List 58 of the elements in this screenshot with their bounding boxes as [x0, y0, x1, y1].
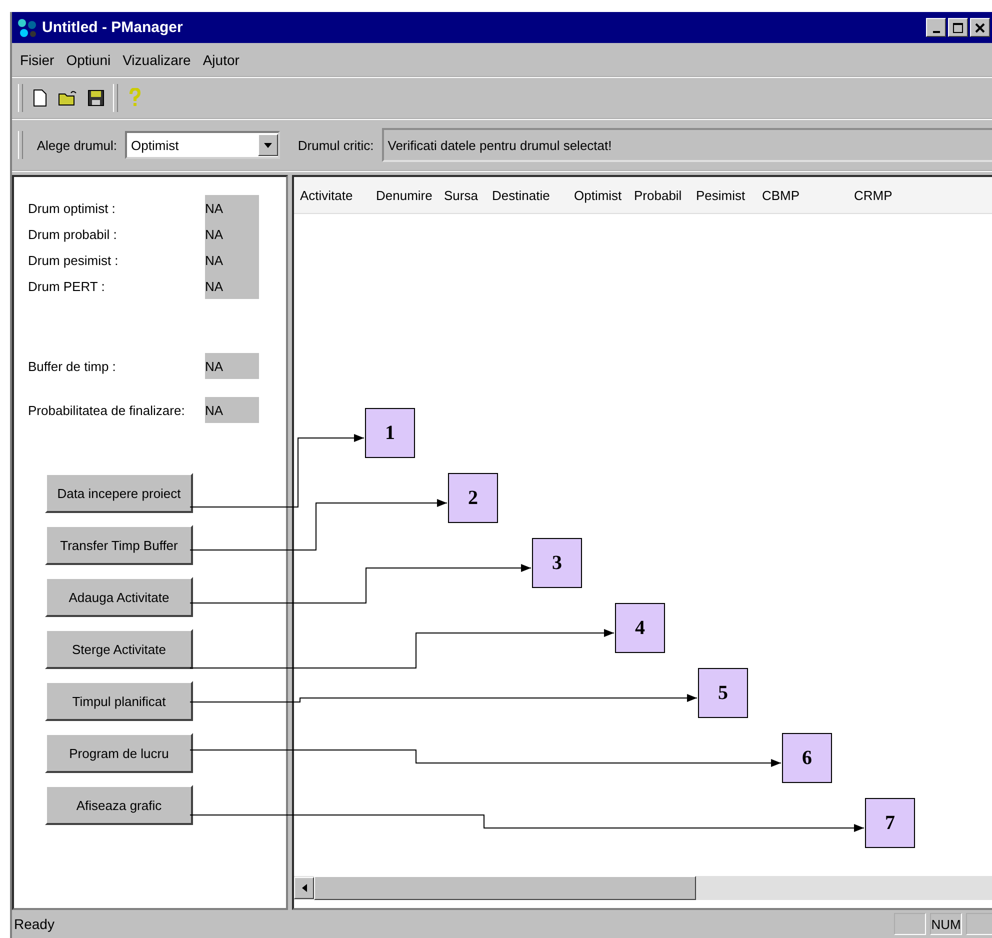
column-header[interactable]: Destinatie [486, 188, 568, 202]
callout-label: 3 [532, 538, 582, 588]
close-button[interactable] [970, 18, 990, 37]
window-title: Untitled - PManager [42, 19, 183, 36]
action-button[interactable]: Data incepere proiect [45, 473, 193, 513]
column-header[interactable]: Denumire [370, 188, 438, 202]
status-panel [966, 913, 992, 935]
action-button[interactable]: Adauga Activitate [45, 577, 193, 617]
summary-label: Drum pesimist : [28, 252, 120, 268]
menu-item[interactable]: Vizualizare [122, 52, 191, 68]
menu-item[interactable]: Optiuni [66, 52, 111, 68]
menu-item[interactable]: Fisier [20, 52, 54, 68]
status-text: Ready [14, 916, 54, 932]
callout-label: 2 [448, 473, 498, 523]
summary-value: NA [205, 221, 259, 247]
minimize-button[interactable] [926, 18, 946, 37]
critical-path-field: Verificati datele pentru drumul selectat! [382, 128, 992, 162]
callout-label: 5 [698, 668, 748, 718]
summary-label: Buffer de timp : [28, 358, 117, 374]
menu-item[interactable]: Ajutor [202, 52, 240, 68]
callout-label: 6 [782, 733, 832, 783]
maximize-button[interactable] [948, 18, 968, 37]
critical-path-label: Drumul critic: [298, 138, 374, 152]
minimize-icon [932, 30, 940, 32]
horizontal-scrollbar[interactable] [294, 876, 992, 900]
callout-label: 1 [365, 408, 415, 458]
summary-label: Drum PERT : [28, 278, 106, 294]
action-button[interactable]: Transfer Timp Buffer [45, 525, 193, 565]
column-header[interactable]: Optimist [568, 188, 628, 202]
callout-label: 4 [615, 603, 665, 653]
caret-icon [264, 142, 272, 148]
column-header[interactable]: CBMP [756, 188, 848, 202]
summary-value: NA [205, 247, 259, 273]
column-header[interactable]: Pesimist [690, 188, 756, 202]
action-button[interactable]: Timpul planificat [45, 681, 193, 721]
column-header[interactable]: CRMP [848, 188, 928, 202]
summary-value: NA [205, 195, 259, 221]
column-header[interactable]: Probabil [628, 188, 690, 202]
path-label: Alege drumul: [36, 138, 118, 152]
status-indicator: NUM [930, 913, 962, 935]
summary-label: Drum optimist : [28, 200, 116, 216]
column-header[interactable]: Activitate [294, 188, 370, 202]
summary-value: NA [205, 273, 259, 299]
action-button[interactable]: Sterge Activitate [45, 629, 193, 669]
column-header[interactable]: Sursa [438, 188, 486, 202]
summary-value: NA [205, 353, 259, 379]
scroll-left-icon [302, 884, 306, 892]
path-dropdown[interactable]: Optimist [125, 131, 280, 159]
maximize-icon [953, 22, 963, 32]
summary-label: Drum probabil : [28, 226, 118, 242]
close-icon [975, 22, 985, 32]
callout-label: 7 [865, 798, 915, 848]
status-panel [894, 913, 926, 935]
summary-value: NA [205, 397, 259, 423]
action-button[interactable]: Program de lucru [45, 733, 193, 773]
app-icon [16, 16, 38, 38]
summary-label: Probabilitatea de finalizare: [28, 402, 186, 418]
action-button[interactable]: Afiseaza grafic [45, 785, 193, 825]
